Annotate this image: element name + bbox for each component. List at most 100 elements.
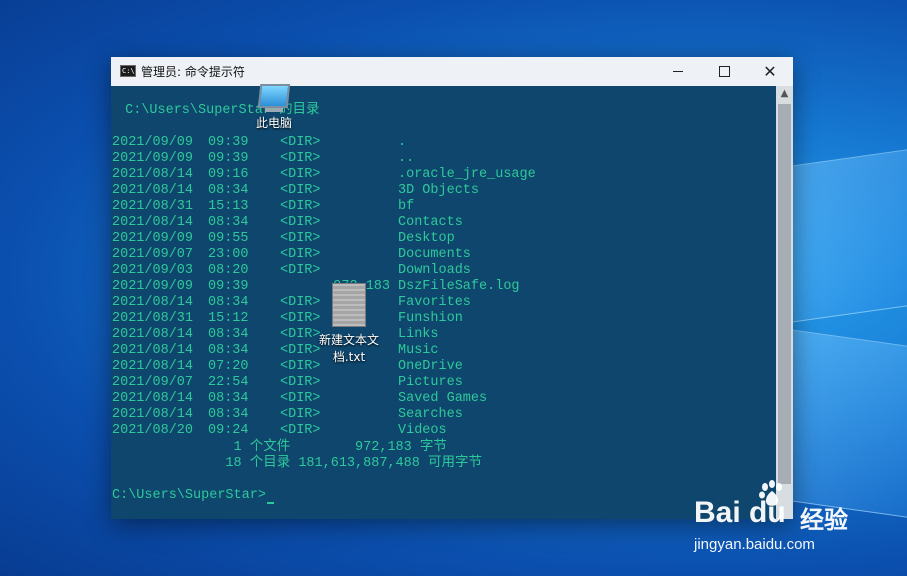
entry-time: 09:39 (208, 135, 249, 150)
entry-time: 09:39 (208, 279, 249, 294)
entry-time: 08:34 (208, 215, 249, 230)
summary-dirs: 18 个目录 181,613,887,488 可用字节 (112, 456, 482, 471)
entry-name: .oracle_jre_usage (398, 167, 536, 182)
entry-type: <DIR> (280, 375, 321, 390)
desktop-icon-this-pc[interactable]: 此电脑 (248, 84, 300, 131)
list-item: 2021/09/07 23:00 <DIR> Documents (112, 247, 712, 263)
entry-date: 2021/08/14 (112, 167, 194, 182)
scroll-up-arrow-icon[interactable]: ▲ (776, 86, 793, 102)
entry-name: Desktop (398, 231, 455, 246)
watermark-url: jingyan.baidu.com (694, 536, 815, 553)
list-item: 2021/09/03 08:20 <DIR> Downloads (112, 263, 712, 279)
entry-type: <DIR> (280, 151, 321, 166)
entry-time: 08:34 (208, 327, 249, 342)
title-bar[interactable]: C:\ 管理员: 命令提示符 ✕ (111, 57, 793, 86)
entry-time: 09:39 (208, 151, 249, 166)
entry-date: 2021/09/09 (112, 231, 194, 246)
list-item: 2021/08/14 08:34 <DIR> Favorites (112, 295, 712, 311)
console-output[interactable]: C:\Users\SuperStar 的目录 2021/09/09 09:39 <D… (111, 86, 776, 519)
prompt-text: C:\Users\SuperStar> (112, 488, 266, 503)
entry-name: Links (398, 327, 439, 342)
list-item: 2021/09/09 09:39 <DIR>. (112, 135, 712, 151)
entry-name: Documents (398, 247, 471, 262)
entry-time: 23:00 (208, 247, 249, 262)
entry-time: 08:34 (208, 295, 249, 310)
list-item: 2021/08/14 07:20 <DIR> OneDrive (112, 359, 712, 375)
entry-time: 08:34 (208, 343, 249, 358)
entry-time: 07:20 (208, 359, 249, 374)
entry-name: Contacts (398, 215, 463, 230)
entry-time: 08:34 (208, 183, 249, 198)
entry-date: 2021/08/14 (112, 359, 194, 374)
entry-time: 08:20 (208, 263, 249, 278)
entry-date: 2021/08/31 (112, 199, 194, 214)
entry-type: <DIR> (280, 423, 321, 438)
entry-name: Music (398, 343, 439, 358)
entry-type: <DIR> (280, 359, 321, 374)
entry-date: 2021/08/14 (112, 327, 194, 342)
minimize-icon (673, 71, 683, 72)
list-item: 2021/09/09 09:55 <DIR> Desktop (112, 231, 712, 247)
baidu-logo-text: Bai du (694, 496, 786, 529)
entry-date: 2021/08/14 (112, 407, 194, 422)
entry-type: <DIR> (280, 263, 321, 278)
list-item: 2021/08/14 09:16 <DIR> .oracle_jre_usage (112, 167, 712, 183)
entry-type: <DIR> (280, 167, 321, 182)
entry-date: 2021/08/31 (112, 311, 194, 326)
entry-date: 2021/08/14 (112, 215, 194, 230)
entry-time: 15:12 (208, 311, 249, 326)
list-item: 2021/08/14 08:34 <DIR> Music (112, 343, 712, 359)
entry-name: Saved Games (398, 391, 488, 406)
list-item: 2021/08/14 08:34 <DIR> Saved Games (112, 391, 712, 407)
minimize-button[interactable] (655, 57, 701, 86)
entry-date: 2021/09/03 (112, 263, 194, 278)
entry-type: <DIR> (280, 311, 321, 326)
vertical-scrollbar[interactable]: ▲ (776, 86, 793, 519)
command-prompt[interactable]: C:\Users\SuperStar> (112, 488, 274, 504)
desktop-icon-text-file[interactable]: 新建文本文档.txt (316, 283, 382, 365)
entry-date: 2021/08/20 (112, 423, 194, 438)
entry-name: . (398, 135, 407, 150)
entry-date: 2021/09/09 (112, 151, 194, 166)
list-item: 2021/09/09 09:39 <DIR>.. (112, 151, 712, 167)
entry-date: 2021/09/07 (112, 375, 194, 390)
entry-time: 08:34 (208, 407, 249, 422)
text-file-icon (332, 283, 366, 327)
computer-icon (257, 84, 291, 108)
entry-date: 2021/08/14 (112, 343, 194, 358)
scroll-thumb[interactable] (778, 104, 791, 484)
entry-time: 08:34 (208, 391, 249, 406)
maximize-icon (718, 66, 730, 77)
text-cursor (266, 502, 274, 504)
entry-name: Pictures (398, 375, 463, 390)
entry-date: 2021/09/09 (112, 279, 194, 294)
entry-type: <DIR> (280, 183, 321, 198)
jingyan-text: 经验 (800, 506, 848, 534)
list-item: 2021/09/07 22:54 <DIR> Pictures (112, 375, 712, 391)
list-item: 2021/08/31 15:13 <DIR> bf (112, 199, 712, 215)
entry-time: 15:13 (208, 199, 249, 214)
close-button[interactable]: ✕ (747, 57, 793, 86)
entry-name: Funshion (398, 311, 463, 326)
entry-type: <DIR> (280, 343, 321, 358)
entry-type: <DIR> (280, 327, 321, 342)
entry-time: 22:54 (208, 375, 249, 390)
entry-type: <DIR> (280, 391, 321, 406)
entry-type: <DIR> (280, 407, 321, 422)
maximize-button[interactable] (701, 57, 747, 86)
entry-date: 2021/09/09 (112, 135, 194, 150)
entry-type: <DIR> (280, 215, 321, 230)
list-item: 2021/08/20 09:24 <DIR> Videos (112, 423, 712, 439)
list-item: 2021/08/14 08:34 <DIR> 3D Objects (112, 183, 712, 199)
list-item: 2021/08/14 08:34 <DIR> Links (112, 327, 712, 343)
entry-time: 09:24 (208, 423, 249, 438)
summary-files: 1 个文件 972,183 字节 (112, 440, 447, 455)
entry-name: bf (398, 199, 415, 214)
entry-name: 3D Objects (398, 183, 480, 198)
window-title: 管理员: 命令提示符 (141, 65, 245, 79)
entry-date: 2021/08/14 (112, 295, 194, 310)
desktop-icon-label: 此电脑 (255, 116, 292, 130)
entry-type: <DIR> (280, 199, 321, 214)
entry-time: 09:16 (208, 167, 249, 182)
entry-name: .. (398, 151, 415, 166)
